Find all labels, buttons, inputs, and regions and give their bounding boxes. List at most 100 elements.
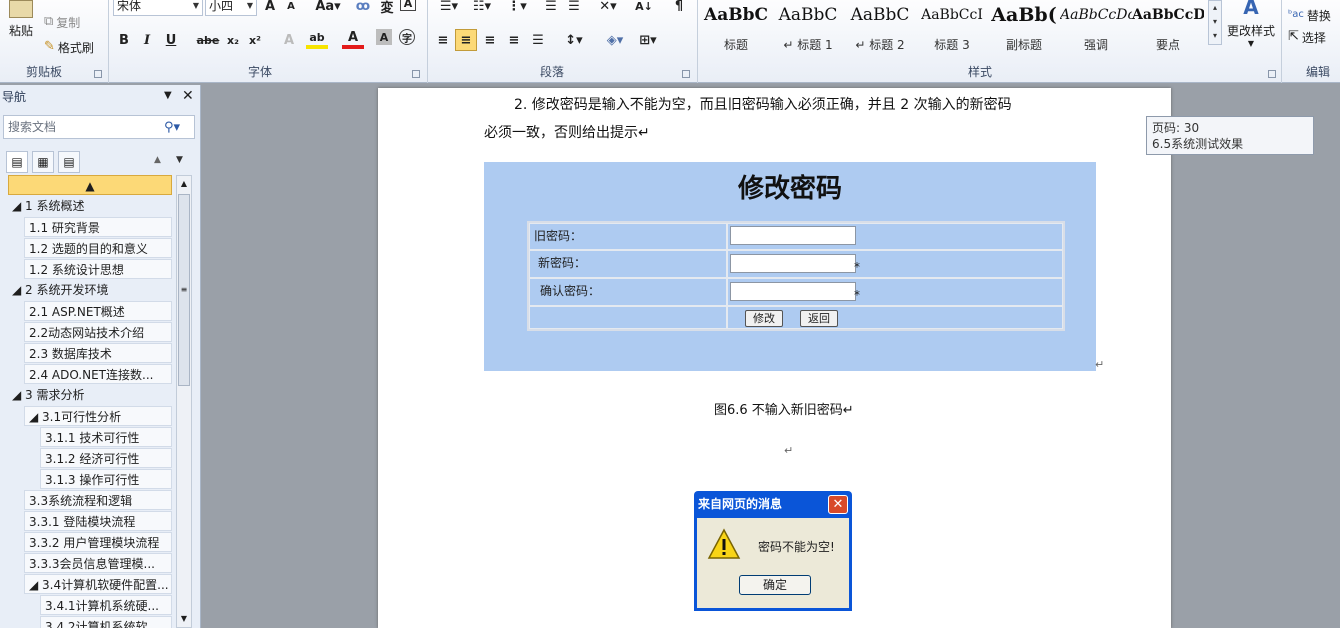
- nav-scrollbar[interactable]: ▲ ≡ ▼: [176, 175, 192, 628]
- char-shading-icon[interactable]: A: [376, 29, 392, 45]
- style-item[interactable]: AaBbC 标题: [700, 0, 772, 58]
- increase-indent-icon[interactable]: ☰: [563, 0, 585, 17]
- grow-font-icon[interactable]: A: [259, 0, 281, 17]
- next-heading-icon[interactable]: ▼: [176, 155, 183, 165]
- multilevel-list-icon[interactable]: ⋮▾: [502, 0, 532, 17]
- style-item[interactable]: AaBbCcDc 强调: [1060, 0, 1132, 58]
- nav-heading-item[interactable]: 3.4.2计算机系统软...: [40, 616, 172, 628]
- align-right-icon[interactable]: ≡: [479, 29, 501, 51]
- paragraph-mark: ↵: [1095, 358, 1105, 371]
- align-center-icon[interactable]: ≡: [455, 29, 477, 51]
- nav-heading-item[interactable]: ◢ 3.1可行性分析: [24, 406, 172, 426]
- chevron-down-icon: ▼: [192, 1, 200, 10]
- nav-heading-item[interactable]: ◢ 3.4计算机软硬件配置...: [24, 574, 172, 594]
- font-size-combo[interactable]: 小四 ▼: [205, 0, 257, 16]
- close-icon[interactable]: ✕: [182, 88, 194, 104]
- style-name: 标题 3: [934, 38, 970, 52]
- shading-icon[interactable]: ◈▾: [601, 29, 629, 51]
- change-styles-button[interactable]: A 更改样式 ▼: [1224, 0, 1278, 56]
- distributed-icon[interactable]: ☰: [527, 29, 549, 51]
- required-mark: *: [854, 288, 860, 302]
- nav-heading-item[interactable]: 3.3系统流程和逻辑: [24, 490, 172, 510]
- collapse-all-bar[interactable]: ▲: [8, 175, 172, 195]
- char-border-icon[interactable]: A: [400, 0, 416, 11]
- decrease-indent-icon[interactable]: ☰: [540, 0, 562, 17]
- highlight-icon[interactable]: ab: [306, 29, 328, 49]
- tab-pages[interactable]: ▦: [32, 151, 54, 173]
- search-icon[interactable]: ⚲▾: [164, 120, 180, 135]
- italic-icon[interactable]: I: [136, 29, 158, 51]
- style-sample: AaBbC: [850, 5, 910, 25]
- sort-icon[interactable]: A↓: [633, 0, 655, 17]
- clear-format-icon[interactable]: ꝏ: [352, 0, 374, 17]
- copy-button[interactable]: ⧉ 复制: [44, 12, 80, 32]
- nav-heading-item[interactable]: 2.1 ASP.NET概述: [24, 301, 172, 321]
- bullets-icon[interactable]: ☰▾: [434, 0, 464, 17]
- show-marks-icon[interactable]: ¶: [668, 0, 690, 17]
- cursor-icon: ⇱: [1288, 29, 1299, 44]
- gallery-scroll[interactable]: ▴ ▾ ▾: [1208, 0, 1222, 45]
- clipboard-launcher-icon[interactable]: [94, 70, 102, 78]
- tab-headings[interactable]: ▤: [6, 151, 28, 173]
- underline-icon[interactable]: U: [160, 29, 182, 51]
- justify-icon[interactable]: ≡: [503, 29, 525, 51]
- nav-heading-item[interactable]: 3.3.3会员信息管理模...: [24, 553, 172, 573]
- nav-heading-item[interactable]: 3.3.1 登陆模块流程: [24, 511, 172, 531]
- form-cell: [529, 306, 727, 329]
- phonetic-icon[interactable]: 変: [376, 0, 398, 17]
- font-launcher-icon[interactable]: [412, 70, 420, 78]
- nav-menu-icon[interactable]: ▼: [164, 90, 172, 101]
- style-item[interactable]: AaBb(副标题: [988, 0, 1060, 58]
- scroll-down-icon[interactable]: ▼: [177, 611, 191, 627]
- nav-heading-item[interactable]: ◢ 2 系统开发环境: [8, 280, 172, 300]
- text-effects-icon[interactable]: A: [278, 29, 300, 51]
- subscript-icon[interactable]: x₂: [222, 29, 244, 51]
- style-item[interactable]: AaBbCcI 标题 3: [916, 0, 988, 58]
- style-item[interactable]: AaBbC ↵ 标题 1: [772, 0, 844, 58]
- line-spacing-icon[interactable]: ↕▾: [560, 29, 588, 51]
- strikethrough-icon[interactable]: abe: [195, 29, 221, 51]
- font-name-combo[interactable]: 宋体 ▼: [113, 0, 203, 16]
- style-item[interactable]: AaBbC ↵ 标题 2: [844, 0, 916, 58]
- nav-heading-item[interactable]: 3.1.2 经济可行性: [40, 448, 172, 468]
- prev-heading-icon[interactable]: ▲: [154, 155, 161, 165]
- ok-button[interactable]: 确定: [739, 575, 811, 595]
- nav-heading-item[interactable]: 1.2 选题的目的和意义: [24, 238, 172, 258]
- nav-heading-item[interactable]: 3.1.3 操作可行性: [40, 469, 172, 489]
- format-painter-button[interactable]: ✎ 格式刷: [44, 37, 94, 57]
- nav-heading-item[interactable]: 1.1 研究背景: [24, 217, 172, 237]
- tab-results[interactable]: ▤: [58, 151, 80, 173]
- superscript-icon[interactable]: x²: [244, 29, 266, 51]
- nav-heading-item[interactable]: 2.2动态网站技术介绍: [24, 322, 172, 342]
- paste-button[interactable]: 粘贴: [4, 0, 38, 56]
- scroll-up-icon[interactable]: ▲: [177, 176, 191, 192]
- style-item[interactable]: AaBbCcD 要点: [1132, 0, 1204, 58]
- nav-heading-item[interactable]: 3.3.2 用户管理模块流程: [24, 532, 172, 552]
- align-left-icon[interactable]: ≡: [432, 29, 454, 51]
- font-color-icon[interactable]: A: [342, 29, 364, 49]
- chinese-layout-icon[interactable]: ✕▾: [594, 0, 622, 17]
- styles-launcher-icon[interactable]: [1268, 70, 1276, 78]
- close-icon[interactable]: ✕: [828, 495, 848, 514]
- font-size-value: 小四: [209, 0, 234, 13]
- change-case-icon[interactable]: Aa▾: [314, 0, 342, 17]
- select-button[interactable]: ⇱ 选择: [1288, 27, 1326, 47]
- nav-heading-item[interactable]: ◢ 3 需求分析: [8, 385, 172, 405]
- borders-icon[interactable]: ⊞▾: [634, 29, 662, 51]
- bold-icon[interactable]: B: [113, 29, 135, 51]
- replace-button[interactable]: ᵇac 替换: [1288, 5, 1331, 25]
- nav-heading-item[interactable]: 2.4 ADO.NET连接数...: [24, 364, 172, 384]
- new-password-input: [730, 254, 856, 273]
- style-sample: AaBbC: [778, 5, 838, 25]
- shrink-font-icon[interactable]: A: [280, 0, 302, 17]
- nav-heading-item[interactable]: ◢ 1 系统概述: [8, 196, 172, 216]
- nav-heading-item[interactable]: 3.4.1计算机系统硬...: [40, 595, 172, 615]
- enclose-char-icon[interactable]: 字: [399, 29, 415, 45]
- numbering-icon[interactable]: ☷▾: [467, 0, 497, 17]
- nav-heading-item[interactable]: 2.3 数据库技术: [24, 343, 172, 363]
- dialog-message: 密码不能为空!: [758, 540, 835, 554]
- nav-heading-item[interactable]: 3.1.1 技术可行性: [40, 427, 172, 447]
- scroll-thumb[interactable]: ≡: [178, 194, 190, 386]
- nav-heading-item[interactable]: 1.2 系统设计思想: [24, 259, 172, 279]
- paragraph-launcher-icon[interactable]: [682, 70, 690, 78]
